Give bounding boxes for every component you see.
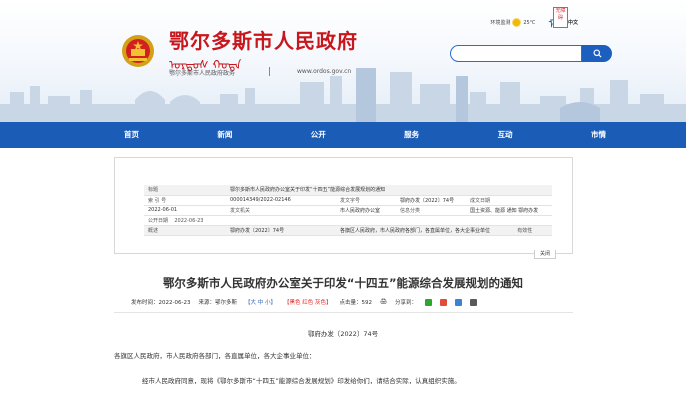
article-source: 来源：鄂尔多斯 (198, 300, 237, 306)
nav-item-service[interactable]: 服务 (404, 122, 419, 148)
weather-label[interactable]: 环境监测 (490, 19, 510, 26)
publish-time: 发布时间：2022-06-23 (131, 300, 191, 306)
wechat-share-icon[interactable] (424, 298, 432, 306)
article-meta-bar: 发布时间：2022-06-23 来源：鄂尔多斯 【大 中 小】 【黑色 红色 灰… (131, 298, 571, 306)
chinese-language-link[interactable]: 中文 (568, 19, 578, 26)
date-label: 成文日期 (466, 195, 514, 206)
index-label: 索 引 号 (144, 195, 226, 206)
org-value: 市人民政府办公室 (336, 205, 396, 216)
document-info-table: 标题 鄂尔多斯市人民政府办公室关于印发“十四五”能源综合发展规划的通知 索 引 … (144, 185, 552, 236)
text-color-switch[interactable]: 【黑色 红色 灰色】 (284, 298, 332, 306)
nav-item-public[interactable]: 公开 (311, 122, 326, 148)
issuer-label: 发文字号 (336, 195, 396, 206)
public-date-label: 公开日期 2022-06-23 (144, 215, 226, 226)
summary-text: 各旗区人民政府，市人民政府各部门，各直属单位，各大企事业单位 (336, 225, 514, 236)
temperature-value: 25℃ (523, 19, 536, 26)
org-label: 发文机关 (226, 205, 336, 216)
close-info-button[interactable]: 关闭 (534, 250, 556, 259)
public-date-value: 2022-06-23 (174, 217, 204, 224)
main-navigation: 首页 新闻 公开 服务 互动 市情 (0, 122, 686, 148)
article-title: 鄂尔多斯市人民政府办公室关于印发“十四五”能源综合发展规划的通知 (162, 276, 524, 290)
site-title: 鄂尔多斯市人民政府 (169, 29, 358, 53)
summary-value: 鄂府办发〔2022〕74号 (226, 225, 336, 236)
nav-item-home[interactable]: 首页 (124, 122, 139, 148)
qq-share-icon[interactable] (454, 298, 462, 306)
site-subtitle: 鄂尔多斯市人民政府政务 (169, 70, 236, 77)
nav-item-interaction[interactable]: 互动 (498, 122, 513, 148)
nav-item-city-info[interactable]: 市情 (591, 122, 606, 148)
accessibility-icon[interactable]: 无障碍 (553, 7, 568, 28)
article-body-paragraph: 经市人民政府同意，现将《鄂尔多斯市“十四五”能源综合发展规划》印发给你们，请结合… (142, 377, 461, 385)
national-emblem-icon (122, 35, 154, 67)
title-label: 标题 (144, 185, 226, 196)
sun-icon (513, 19, 521, 26)
summary-label: 概述 (144, 225, 226, 236)
site-url[interactable]: www.ordos.gov.cn (297, 68, 351, 75)
date-value: 2022-06-01 (144, 205, 226, 216)
document-number: 鄂府办发〔2022〕74号 (307, 330, 379, 338)
nav-item-news[interactable]: 新闻 (217, 122, 232, 148)
search-button[interactable] (582, 45, 612, 62)
city-skyline-illustration (0, 68, 686, 122)
search-input[interactable] (450, 45, 582, 62)
topic-value: 国土资源、能源 通知 鄂府办发 (466, 205, 552, 216)
category-label: 信息分类 (396, 205, 466, 216)
share-label: 分享到： (394, 300, 417, 306)
view-count: 点击量：592 (339, 300, 372, 306)
site-header: 鄂尔多斯市人民政府 ᠣᠷᠳᠣᠰ ᠬᠣᠲᠠ 鄂尔多斯市人民政府政务 www.ord… (0, 0, 686, 122)
meta-divider (114, 312, 573, 313)
validity-label: 有效性 (513, 225, 552, 236)
weibo-share-icon[interactable] (439, 298, 447, 306)
subtitle-divider (269, 67, 270, 76)
more-share-icon[interactable] (469, 298, 477, 306)
document-info-panel: 标题 鄂尔多斯市人民政府办公室关于印发“十四五”能源综合发展规划的通知 索 引 … (114, 157, 573, 254)
print-icon[interactable]: 🖨 (380, 299, 387, 305)
index-value: 000014349/2022-02146 (226, 195, 336, 206)
title-value: 鄂尔多斯市人民政府办公室关于印发“十四五”能源综合发展规划的通知 (226, 185, 552, 196)
issuer-value: 鄂府办发〔2022〕74号 (396, 195, 466, 206)
search-icon (592, 49, 602, 58)
font-size-switch[interactable]: 【大 中 小】 (245, 298, 276, 306)
article-salutation: 各旗区人民政府，市人民政府各部门，各直属单位，各大企事业单位： (114, 352, 316, 360)
